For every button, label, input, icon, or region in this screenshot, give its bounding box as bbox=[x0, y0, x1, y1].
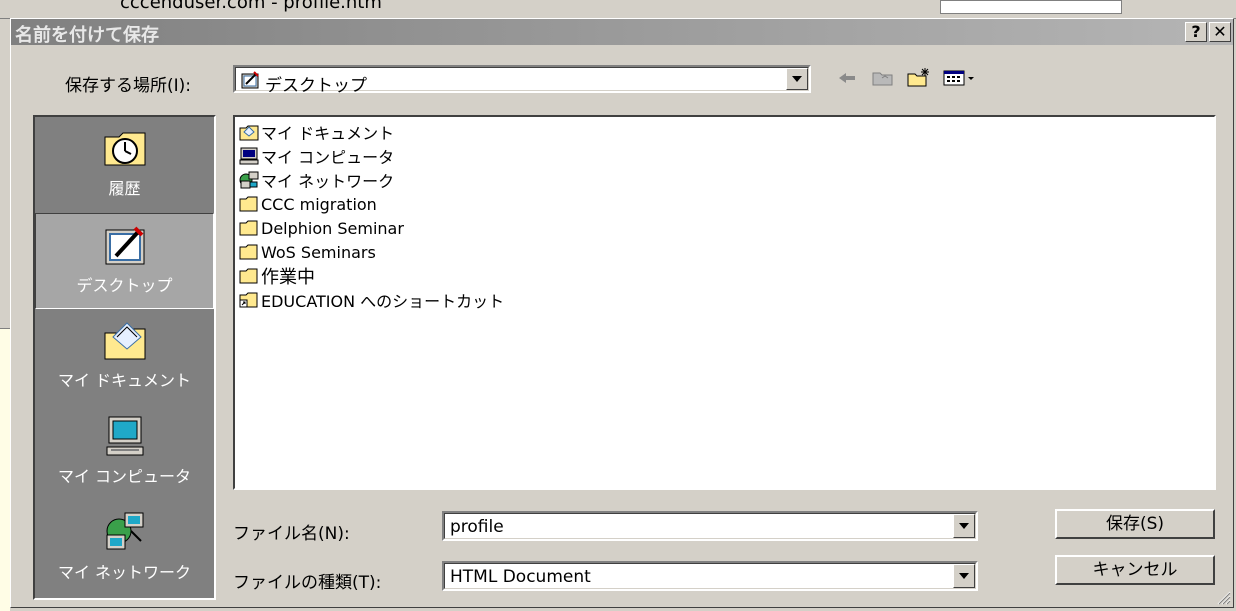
my-documents-icon bbox=[239, 125, 259, 141]
place-desktop[interactable]: デスクトップ bbox=[35, 213, 214, 309]
place-label: デスクトップ bbox=[76, 276, 173, 295]
file-name: マイ ドキュメント bbox=[261, 124, 395, 143]
desktop-icon bbox=[241, 71, 259, 89]
view-menu-button[interactable] bbox=[941, 65, 979, 91]
file-name: Delphion Seminar bbox=[261, 218, 404, 238]
list-item[interactable]: マイ ドキュメント bbox=[239, 121, 394, 143]
list-item[interactable]: WoS Seminars bbox=[239, 241, 376, 263]
filetype-select[interactable]: HTML Document bbox=[442, 561, 978, 591]
folder-icon bbox=[239, 244, 258, 260]
desktop-icon bbox=[105, 226, 145, 265]
back-arrow-icon bbox=[839, 73, 855, 83]
place-my-documents[interactable]: マイ ドキュメント bbox=[35, 309, 214, 405]
place-my-network[interactable]: マイ ネットワーク bbox=[35, 501, 214, 597]
network-icon bbox=[239, 171, 259, 189]
cancel-button[interactable]: キャンセル bbox=[1055, 555, 1215, 585]
place-label: マイ ドキュメント bbox=[57, 371, 192, 390]
file-name: WoS Seminars bbox=[261, 242, 376, 262]
save-button[interactable]: 保存(S) bbox=[1055, 509, 1215, 539]
save-as-dialog: 名前を付けて保存 ? ✕ 保存する場所(I): デスクトップ 履歴 デスクトップ… bbox=[10, 18, 1234, 608]
background-window-edge bbox=[0, 328, 10, 611]
save-location-value: デスクトップ bbox=[265, 76, 367, 96]
filename-value: profile bbox=[450, 517, 504, 537]
list-item[interactable]: CCC migration bbox=[239, 193, 377, 215]
chevron-down-icon[interactable] bbox=[953, 564, 975, 588]
list-item[interactable]: マイ ネットワーク bbox=[239, 169, 394, 191]
file-name: マイ コンピュータ bbox=[261, 148, 395, 167]
place-label: マイ ネットワーク bbox=[57, 563, 192, 582]
close-button[interactable]: ✕ bbox=[1209, 22, 1231, 42]
list-item[interactable]: マイ コンピュータ bbox=[239, 145, 394, 167]
place-label: 履歴 bbox=[108, 179, 141, 198]
filetype-value: HTML Document bbox=[450, 567, 591, 587]
title-bar[interactable]: 名前を付けて保存 ? ✕ bbox=[11, 19, 1233, 46]
file-list[interactable]: マイ ドキュメント マイ コンピュータ マイ ネットワーク CCC migrat… bbox=[233, 115, 1216, 490]
background-url-text: cccenduser.com - profile.htm bbox=[120, 0, 382, 13]
list-item[interactable]: Delphion Seminar bbox=[239, 217, 404, 239]
save-location-combo[interactable]: デスクトップ bbox=[233, 65, 811, 96]
file-name: CCC migration bbox=[261, 194, 377, 214]
file-name: マイ ネットワーク bbox=[261, 172, 395, 191]
file-name: 作業中 bbox=[261, 267, 315, 288]
filename-label: ファイル名(N): bbox=[233, 524, 350, 544]
my-computer-icon bbox=[106, 416, 144, 456]
my-documents-icon bbox=[104, 322, 146, 360]
help-button[interactable]: ? bbox=[1185, 22, 1207, 42]
file-name: EDUCATION へのショートカット bbox=[261, 292, 505, 311]
folder-icon bbox=[239, 268, 258, 284]
computer-icon bbox=[239, 147, 259, 165]
places-bar: 履歴 デスクトップ マイ ドキュメント マイ コンピュータ マイ ネットワーク bbox=[33, 115, 216, 600]
place-history[interactable]: 履歴 bbox=[35, 117, 214, 213]
place-label: マイ コンピュータ bbox=[57, 467, 192, 486]
view-list-icon bbox=[943, 70, 974, 86]
dialog-title: 名前を付けて保存 bbox=[15, 25, 159, 46]
resize-grip-icon[interactable] bbox=[1215, 589, 1231, 605]
place-my-computer[interactable]: マイ コンピュータ bbox=[35, 405, 214, 501]
folder-icon bbox=[239, 220, 258, 236]
save-location-label: 保存する場所(I): bbox=[65, 76, 192, 96]
my-network-icon bbox=[106, 512, 144, 550]
filetype-label: ファイルの種類(T): bbox=[233, 573, 382, 593]
chevron-down-icon[interactable] bbox=[953, 514, 975, 538]
folder-icon bbox=[239, 196, 258, 212]
folder-shortcut-icon bbox=[239, 292, 258, 308]
list-item[interactable]: EDUCATION へのショートカット bbox=[239, 289, 504, 311]
up-folder-button[interactable] bbox=[869, 65, 897, 91]
new-folder-button[interactable] bbox=[905, 65, 933, 91]
background-field bbox=[940, 0, 1122, 14]
new-folder-icon bbox=[907, 68, 929, 87]
up-folder-icon bbox=[872, 72, 893, 86]
chevron-down-icon[interactable] bbox=[786, 68, 808, 90]
list-item[interactable]: 作業中 bbox=[239, 265, 315, 288]
history-icon bbox=[104, 132, 146, 166]
filename-field[interactable]: profile bbox=[442, 511, 978, 541]
back-button[interactable] bbox=[833, 65, 861, 91]
background-window-toolbar: cccenduser.com - profile.htm bbox=[0, 0, 1236, 19]
